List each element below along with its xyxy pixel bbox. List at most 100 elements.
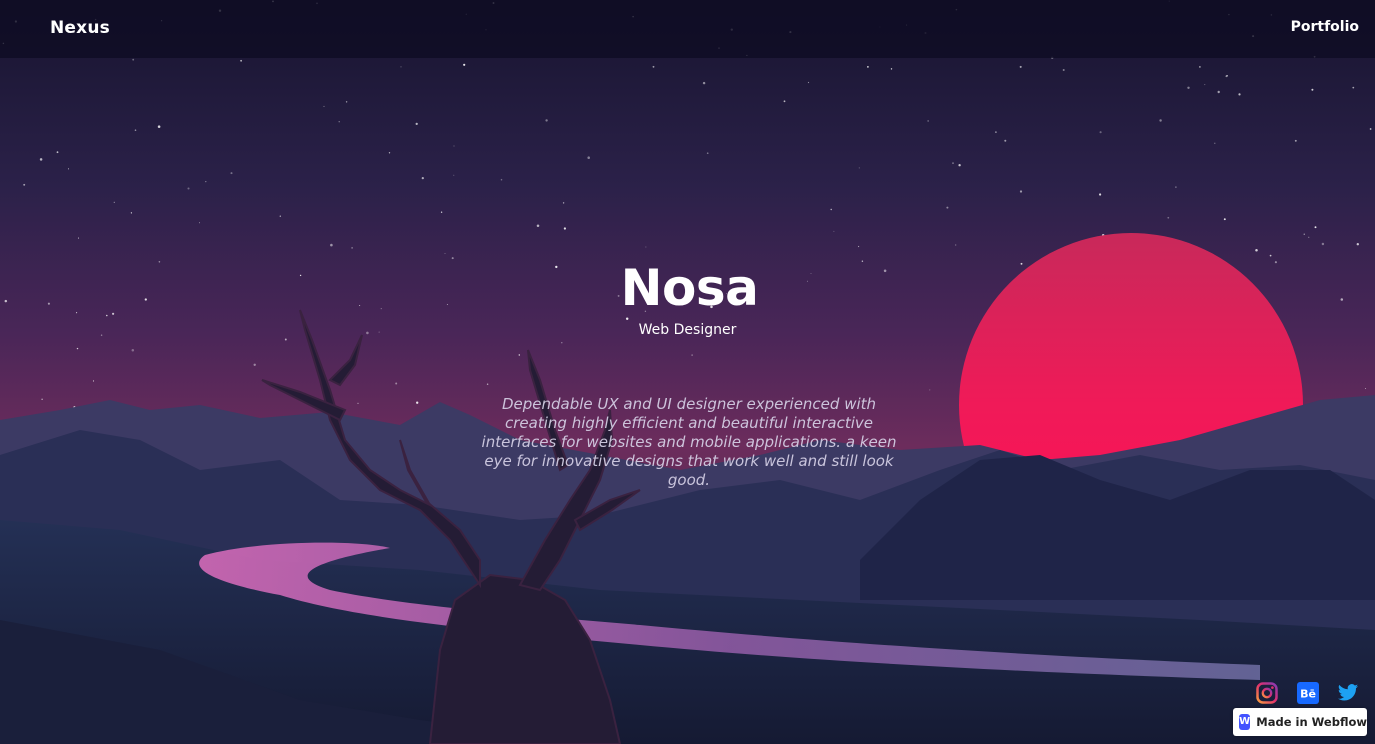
star bbox=[1369, 128, 1372, 130]
nav-link-portfolio[interactable]: Portfolio bbox=[1291, 19, 1359, 35]
star bbox=[134, 129, 137, 131]
star bbox=[830, 208, 832, 211]
star bbox=[702, 81, 706, 85]
star bbox=[1314, 226, 1317, 229]
star bbox=[486, 383, 489, 386]
star bbox=[783, 100, 786, 103]
hero-section: Nosa Web Designer bbox=[0, 255, 1375, 339]
star bbox=[1294, 139, 1297, 142]
star bbox=[518, 354, 521, 356]
star bbox=[563, 227, 567, 230]
star bbox=[807, 81, 810, 84]
star bbox=[1255, 249, 1258, 252]
star bbox=[946, 206, 949, 209]
star bbox=[56, 151, 59, 154]
star bbox=[453, 174, 455, 176]
star bbox=[1167, 216, 1170, 219]
star bbox=[858, 167, 860, 169]
star bbox=[1352, 86, 1355, 89]
star bbox=[130, 212, 133, 214]
star bbox=[955, 244, 957, 246]
webflow-logo-icon: W bbox=[1239, 714, 1251, 730]
star bbox=[205, 180, 207, 183]
star bbox=[157, 125, 161, 128]
star bbox=[240, 59, 242, 62]
instagram-icon[interactable] bbox=[1256, 682, 1278, 704]
star bbox=[230, 172, 233, 175]
star bbox=[415, 122, 418, 126]
behance-icon[interactable]: Bē bbox=[1297, 682, 1319, 704]
hero-background-image bbox=[0, 0, 1375, 744]
top-navigation-bar: Nexus Portfolio bbox=[0, 0, 1375, 58]
star bbox=[68, 168, 69, 170]
star bbox=[113, 201, 115, 203]
behance-label: Bē bbox=[1300, 688, 1316, 701]
star bbox=[867, 66, 869, 68]
star bbox=[1199, 66, 1201, 68]
star bbox=[562, 202, 565, 204]
star bbox=[995, 131, 997, 133]
star bbox=[1223, 218, 1226, 221]
star bbox=[561, 342, 563, 344]
star bbox=[1099, 131, 1102, 134]
star bbox=[833, 230, 835, 232]
hero-subtitle: Web Designer bbox=[638, 322, 737, 338]
star bbox=[890, 68, 893, 70]
star bbox=[41, 398, 43, 400]
star bbox=[388, 152, 391, 154]
star bbox=[440, 211, 443, 213]
star bbox=[92, 380, 95, 382]
star bbox=[23, 183, 26, 186]
star bbox=[1303, 233, 1305, 235]
star bbox=[1004, 139, 1007, 142]
star bbox=[351, 247, 353, 249]
star bbox=[652, 65, 655, 68]
brand-logo-link[interactable]: Nexus bbox=[50, 18, 110, 38]
star bbox=[1187, 86, 1190, 90]
star bbox=[545, 119, 548, 122]
star bbox=[706, 152, 709, 155]
star bbox=[253, 363, 256, 366]
star bbox=[952, 162, 954, 164]
star bbox=[357, 402, 359, 405]
star bbox=[1204, 84, 1206, 86]
star bbox=[76, 347, 79, 350]
star bbox=[1226, 74, 1228, 77]
hero-description: Dependable UX and UI designer experience… bbox=[481, 395, 897, 489]
star bbox=[1019, 65, 1022, 68]
star bbox=[1311, 88, 1314, 91]
star bbox=[279, 215, 281, 217]
star bbox=[536, 224, 540, 228]
star bbox=[421, 176, 424, 180]
made-in-webflow-badge[interactable]: W Made in Webflow bbox=[1233, 708, 1367, 736]
star bbox=[587, 156, 590, 159]
star bbox=[132, 58, 135, 61]
star bbox=[1159, 119, 1162, 122]
star bbox=[77, 237, 80, 239]
star bbox=[645, 246, 647, 248]
star bbox=[463, 63, 466, 66]
star bbox=[187, 187, 190, 190]
star bbox=[958, 164, 961, 167]
star bbox=[131, 349, 135, 352]
star bbox=[453, 145, 455, 147]
star bbox=[927, 120, 929, 122]
twitter-icon[interactable] bbox=[1337, 682, 1359, 704]
star bbox=[1062, 68, 1065, 72]
star bbox=[1019, 190, 1023, 193]
star bbox=[1365, 388, 1367, 390]
star bbox=[323, 105, 325, 107]
star bbox=[1321, 242, 1325, 246]
hero-title: Nosa bbox=[620, 259, 759, 317]
webflow-badge-label: Made in Webflow bbox=[1256, 715, 1367, 729]
star bbox=[199, 222, 200, 224]
star bbox=[691, 354, 693, 356]
star bbox=[500, 178, 503, 181]
star bbox=[330, 243, 333, 247]
star bbox=[444, 253, 446, 254]
star bbox=[1356, 243, 1359, 246]
star bbox=[400, 66, 402, 68]
star bbox=[416, 401, 419, 404]
star bbox=[1175, 186, 1177, 188]
star bbox=[1099, 193, 1102, 196]
